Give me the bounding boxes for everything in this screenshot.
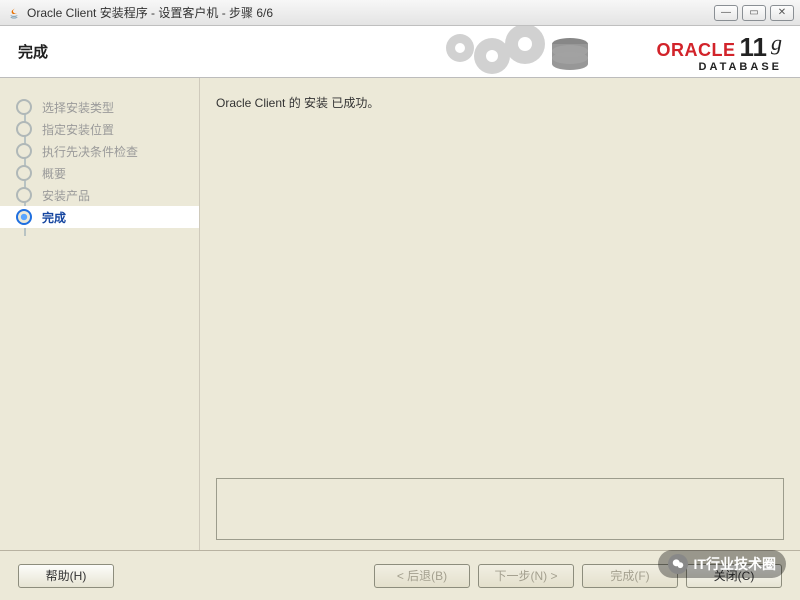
- step-install-location: 指定安装位置: [0, 118, 199, 140]
- java-icon: [6, 5, 21, 20]
- success-message: Oracle Client 的 安装 已成功。: [216, 94, 784, 113]
- minimize-button[interactable]: ―: [714, 5, 738, 21]
- step-prereq-check: 执行先决条件检查: [0, 140, 199, 162]
- close-window-button[interactable]: ✕: [770, 5, 794, 21]
- step-label: 完成: [42, 209, 66, 226]
- titlebar: Oracle Client 安装程序 - 设置客户机 - 步骤 6/6 ― ▭ …: [0, 0, 800, 26]
- brand-database: DATABASE: [657, 61, 783, 73]
- window-controls: ― ▭ ✕: [714, 5, 794, 21]
- step-install-type: 选择安装类型: [0, 96, 199, 118]
- page-title: 完成: [18, 41, 48, 62]
- help-button[interactable]: 帮助(H): [18, 564, 114, 588]
- next-button: 下一步(N) >: [478, 564, 574, 588]
- main-panel: Oracle Client 的 安装 已成功。: [200, 78, 800, 550]
- step-label: 安装产品: [42, 187, 90, 204]
- step-label: 执行先决条件检查: [42, 143, 138, 160]
- step-label: 指定安装位置: [42, 121, 114, 138]
- step-install-product: 安装产品: [0, 184, 199, 206]
- window-title: Oracle Client 安装程序 - 设置客户机 - 步骤 6/6: [27, 4, 273, 21]
- step-summary: 概要: [0, 162, 199, 184]
- maximize-button[interactable]: ▭: [742, 5, 766, 21]
- brand-version-suffix: g: [771, 30, 782, 56]
- brand-oracle: ORACLE: [657, 40, 736, 61]
- step-finish: 完成: [0, 206, 199, 228]
- brand-logo: ORACLE 11g DATABASE: [657, 32, 783, 73]
- wechat-icon: [668, 554, 688, 574]
- step-label: 选择安装类型: [42, 99, 114, 116]
- step-label: 概要: [42, 165, 66, 182]
- gears-decoration: [430, 26, 600, 78]
- watermark: IT行业技术圈: [658, 550, 786, 578]
- watermark-text: IT行业技术圈: [694, 554, 776, 574]
- wizard-header: 完成 ORACLE 11g DATABASE: [0, 26, 800, 78]
- log-output-box: [216, 478, 784, 540]
- back-button: < 后退(B): [374, 564, 470, 588]
- wizard-steps-sidebar: 选择安装类型 指定安装位置 执行先决条件检查 概要 安装产品 完成: [0, 78, 200, 550]
- brand-version-number: 11: [740, 32, 768, 63]
